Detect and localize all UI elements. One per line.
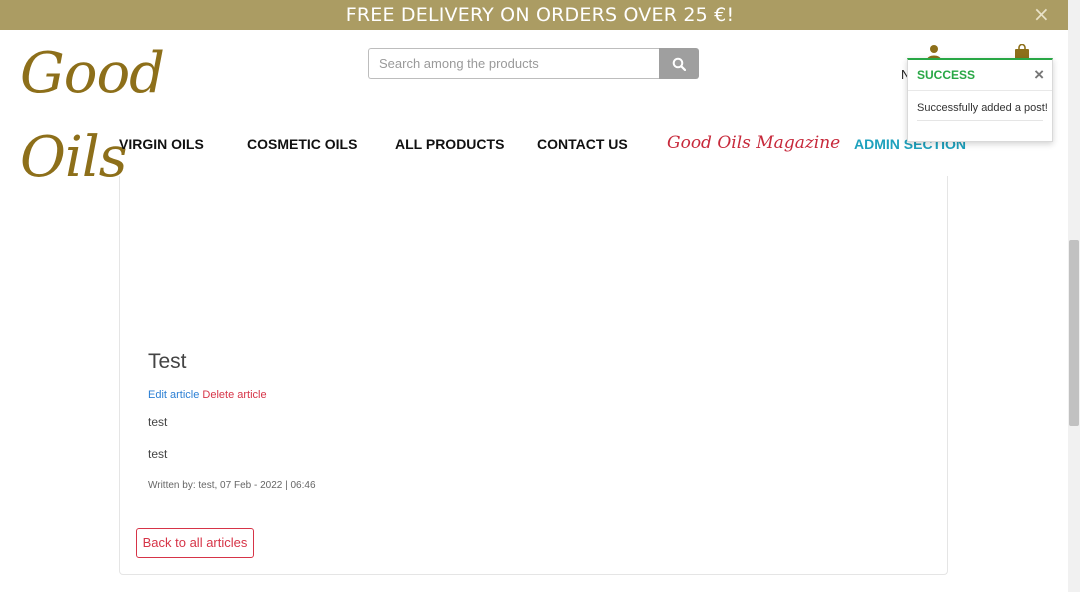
search-button[interactable] xyxy=(659,48,699,79)
promo-banner: FREE DELIVERY ON ORDERS OVER 25 €! × xyxy=(0,0,1080,30)
article-actions: Edit article Delete article xyxy=(148,389,267,401)
nav-virgin-oils[interactable]: VIRGIN OILS xyxy=(119,136,204,152)
search-bar xyxy=(368,48,699,79)
toast-title: SUCCESS xyxy=(917,68,976,82)
article-title: Test xyxy=(148,350,187,373)
nav-magazine[interactable]: Good Oils Magazine xyxy=(667,133,840,153)
scrollbar-thumb[interactable] xyxy=(1069,240,1079,426)
back-to-articles-button[interactable]: Back to all articles xyxy=(136,528,254,558)
article-meta: Written by: test, 07 Feb - 2022 | 06:46 xyxy=(148,480,316,491)
success-toast: SUCCESS × Successfully added a post! xyxy=(907,58,1053,142)
nav-cosmetic-oils[interactable]: COSMETIC OILS xyxy=(247,136,357,152)
delete-article-link[interactable]: Delete article xyxy=(202,389,266,401)
article-card xyxy=(119,176,948,575)
scrollbar[interactable] xyxy=(1068,0,1080,592)
article-paragraph: test xyxy=(148,415,168,429)
close-icon[interactable]: × xyxy=(1034,65,1044,85)
search-input[interactable] xyxy=(368,48,659,79)
promo-text: FREE DELIVERY ON ORDERS OVER 25 €! xyxy=(345,4,735,26)
edit-article-link[interactable]: Edit article xyxy=(148,389,199,401)
site-logo[interactable]: Good Oils xyxy=(20,32,260,190)
toast-message: Successfully added a post! xyxy=(917,102,1048,114)
nav-contact-us[interactable]: CONTACT US xyxy=(537,136,628,152)
toast-header: SUCCESS × xyxy=(908,60,1052,91)
nav-all-products[interactable]: ALL PRODUCTS xyxy=(395,136,504,152)
article-paragraph: test xyxy=(148,447,168,461)
search-icon xyxy=(672,57,686,71)
close-icon[interactable]: × xyxy=(1033,0,1050,30)
toast-divider xyxy=(917,120,1043,121)
